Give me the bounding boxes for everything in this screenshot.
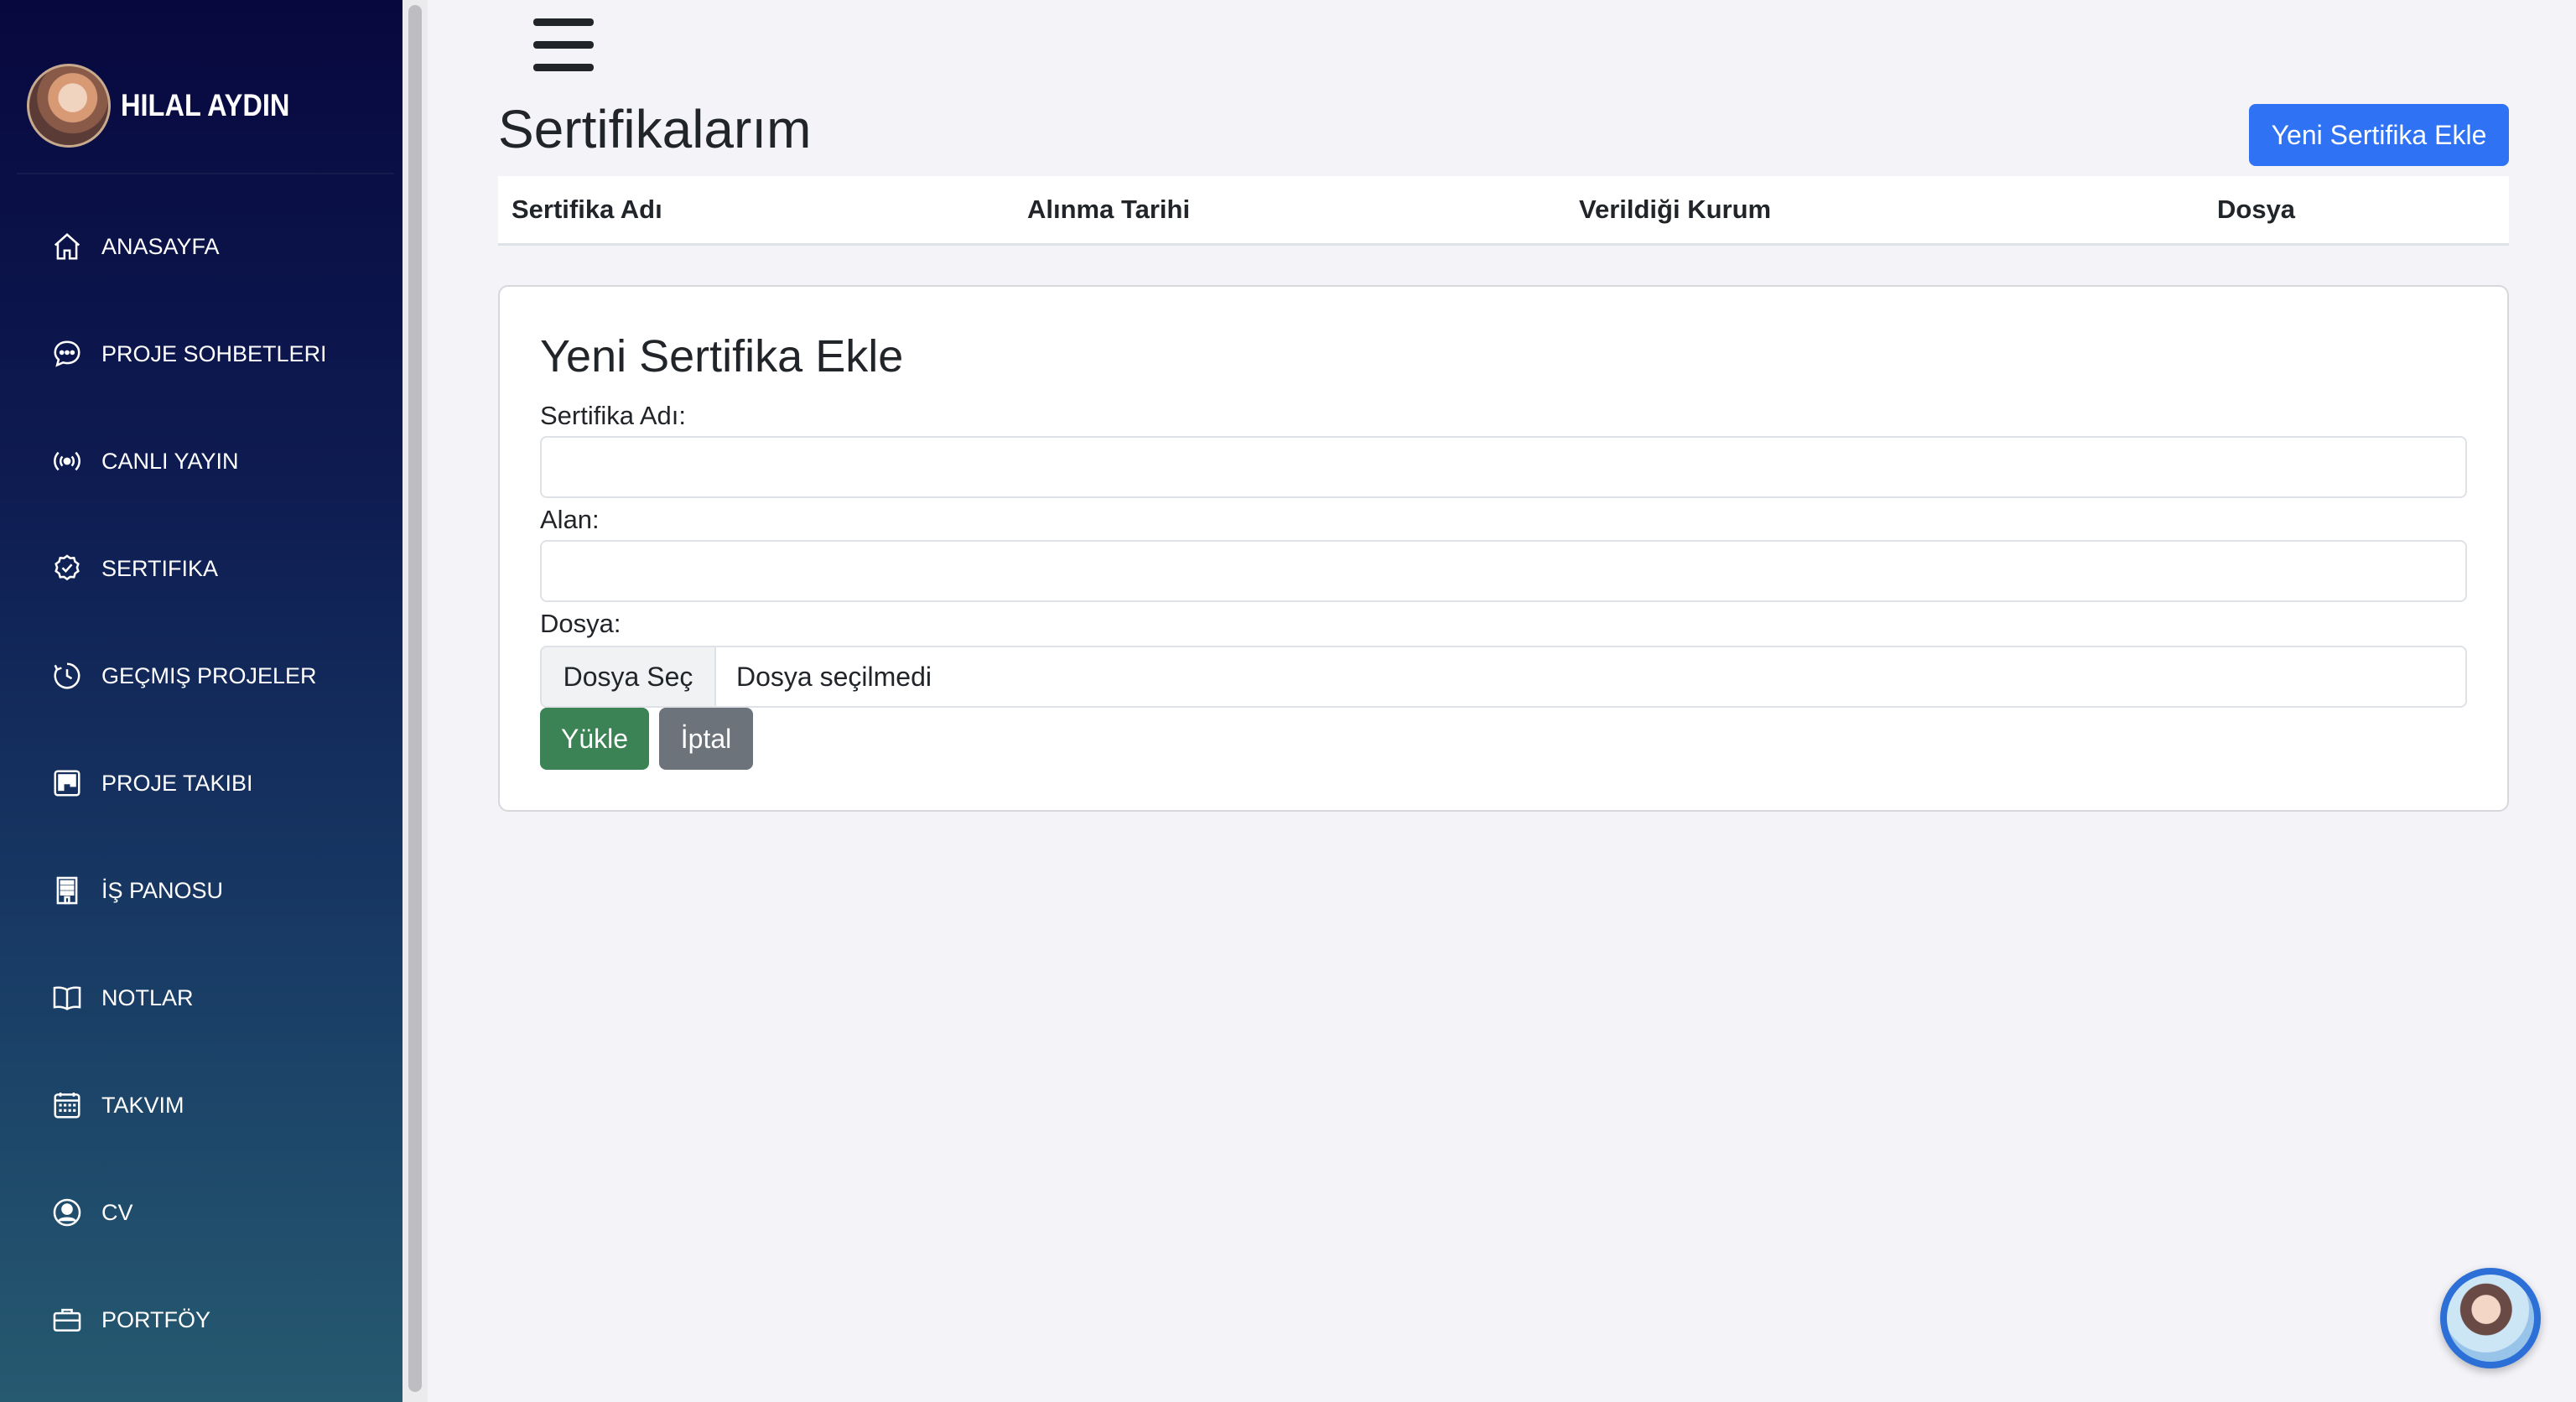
column-header-date: Alınma Tarihi [1027,195,1191,224]
home-icon [50,230,84,263]
sidebar-item-label: ANASAYFA [101,233,220,259]
sidebar-item-sertifika[interactable]: SERTIFIKA [50,543,218,594]
sidebar-item-label: GEÇMIŞ PROJELER [101,662,317,688]
sidebar-item-label: PROJE SOHBETLERI [101,340,327,366]
profile[interactable]: HILAL AYDIN [27,64,313,148]
sidebar-item-proje-takibi[interactable]: PROJE TAKIBI [50,758,253,808]
sidebar: HILAL AYDIN ANASAYFA PROJE SOHBETLERI CA… [0,0,402,1402]
chat-icon [50,337,84,371]
sidebar-item-label: İŞ PANOSU [101,877,224,903]
add-certificate-button[interactable]: Yeni Sertifika Ekle [2249,104,2509,166]
choose-file-button[interactable]: Dosya Seç [542,647,716,706]
menu-toggle-icon[interactable] [533,18,594,72]
assistant-avatar [2447,1275,2534,1362]
certificates-table-header: Sertifika Adı Alınma Tarihi Verildiği Ku… [498,176,2509,246]
column-header-name: Sertifika Adı [512,195,662,224]
book-icon [50,981,84,1015]
profile-divider [17,173,394,174]
sidebar-item-label: TAKVIM [101,1092,184,1118]
sidebar-item-gecmis-projeler[interactable]: GEÇMIŞ PROJELER [50,651,317,701]
history-icon [50,659,84,693]
sidebar-item-canli-yayin[interactable]: CANLI YAYIN [50,436,239,486]
sidebar-item-proje-sohbetleri[interactable]: PROJE SOHBETLERI [50,329,327,379]
sidebar-item-label: PROJE TAKIBI [101,770,253,796]
sidebar-item-label: CV [101,1199,133,1225]
cancel-button[interactable]: İptal [659,708,753,770]
field-input[interactable] [540,540,2467,602]
sidebar-item-label: CANLI YAYIN [101,448,239,474]
avatar[interactable] [27,64,111,148]
sidebar-item-label: NOTLAR [101,984,194,1010]
field-label: Alan: [540,505,600,534]
file-label: Dosya: [540,609,621,638]
file-status: Dosya seçilmedi [736,661,932,692]
sidebar-item-takvim[interactable]: TAKVIM [50,1080,184,1130]
sidebar-item-label: PORTFÖY [101,1306,211,1332]
building-icon [50,874,84,907]
column-header-institution: Verildiği Kurum [1579,195,1772,224]
sidebar-item-is-panosu[interactable]: İŞ PANOSU [50,865,223,916]
broadcast-icon [50,444,84,478]
column-header-file: Dosya [2217,195,2296,224]
sidebar-item-cv[interactable]: CV [50,1187,133,1238]
kanban-icon [50,766,84,800]
certificate-name-label: Sertifika Adı: [540,401,687,430]
user-circle-icon [50,1196,84,1229]
sidebar-item-anasayfa[interactable]: ANASAYFA [50,221,220,272]
upload-button[interactable]: Yükle [540,708,649,770]
page-title: Sertifikalarım [498,99,812,159]
profile-name: HILAL AYDIN [121,88,290,122]
briefcase-icon [50,1303,84,1337]
sidebar-scrollbar-thumb[interactable] [408,5,422,1392]
sidebar-item-portfoy[interactable]: PORTFÖY [50,1295,210,1345]
sidebar-item-label: SERTIFIKA [101,555,219,581]
form-title: Yeni Sertifika Ekle [540,331,904,382]
certificate-name-input[interactable] [540,436,2467,498]
sidebar-item-notlar[interactable]: NOTLAR [50,973,194,1023]
new-certificate-form: Yeni Sertifika Ekle Sertifika Adı: Alan:… [498,285,2509,812]
assistant-avatar-button[interactable] [2440,1268,2541,1368]
certificate-icon [50,552,84,585]
file-input[interactable]: Dosya Seç Dosya seçilmedi [540,646,2467,708]
calendar-icon [50,1088,84,1122]
